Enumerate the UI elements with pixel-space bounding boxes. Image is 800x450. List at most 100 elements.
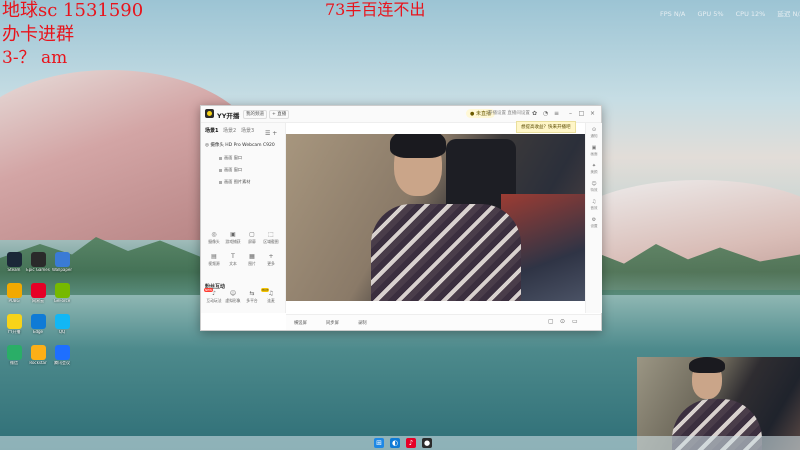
right-tool-button[interactable]: ✦ 美颜 — [586, 163, 602, 175]
right-tool-button[interactable]: ☺ 特效 — [586, 181, 602, 193]
taskbar-yy-icon[interactable]: ● — [422, 438, 432, 448]
right-tool-button[interactable]: ⊙ 通知 — [586, 127, 602, 139]
tool-button[interactable]: ⬚ 区域截图 — [262, 231, 280, 247]
right-tool-label: 画面 — [590, 152, 598, 156]
desktop-icon[interactable]: PUBG — [2, 283, 26, 313]
tool-button[interactable]: ▢ 屏幕 — [243, 231, 261, 247]
desktop-icon-label: Steam — [7, 268, 21, 272]
desktop-icon-label: QQ — [58, 330, 66, 334]
camera-icon[interactable]: ▭ — [572, 319, 578, 325]
orientation-button[interactable]: 横竖屏 — [294, 320, 307, 326]
overlay-line-2: 办卡进群 — [2, 24, 74, 45]
tool-button[interactable]: ♫ 连麦 HOT — [261, 288, 280, 306]
tool-button[interactable]: ▣ 游戏捕获 — [224, 231, 242, 247]
scene-item[interactable]: 画面 窗口 — [219, 167, 242, 173]
yy-app-window: YY开播 我的频道 + 直播 ● 未直播 开播设置 直播间设置 ✿ ◔ ≡ – … — [200, 105, 602, 331]
desktop-icon[interactable]: 腾讯会议 — [50, 345, 74, 375]
desktop-icon[interactable]: Edge — [26, 314, 50, 344]
scene-item[interactable]: 画面 图片素材 — [219, 179, 250, 185]
right-tool-button[interactable]: ▣ 画面 — [586, 145, 602, 157]
tab-scene-2[interactable]: 场景2 — [223, 127, 236, 134]
right-tool-label: 音效 — [590, 206, 598, 210]
desktop-icon-label: Wallpaper — [51, 268, 72, 272]
right-tool-label: 特效 — [590, 188, 598, 192]
app-icon — [6, 314, 22, 329]
gift-icon[interactable]: ✿ — [531, 110, 538, 117]
scene-head-label: 摄像头 HD Pro Webcam C920 — [210, 143, 275, 148]
promo-tooltip: 想提高收益？快来开播吧 — [516, 121, 576, 133]
scene-item[interactable]: 画面 窗口 — [219, 155, 242, 161]
desktop-icon[interactable]: Steam — [2, 252, 26, 282]
menu-icon[interactable]: ≡ — [553, 110, 560, 117]
tool-button[interactable]: + 更多 — [262, 253, 280, 269]
desktop-icon[interactable]: Epic Games — [26, 252, 50, 282]
app-icon — [30, 345, 46, 360]
my-channel-button[interactable]: 我的频道 — [243, 110, 267, 119]
record-button[interactable]: 录制 — [358, 320, 367, 326]
snapshot-icon[interactable]: ⊙ — [560, 319, 566, 325]
desktop-icon[interactable]: Wallpaper — [50, 252, 74, 282]
tool-icon: T — [231, 253, 235, 260]
tool-button[interactable]: ▦ 图片 — [243, 253, 261, 269]
sync-button[interactable]: 同步屏 — [326, 320, 339, 326]
scene-tabs: 场景1 场景2 场景3 ☰ + — [205, 127, 285, 137]
tool-icon: ▦ — [249, 253, 255, 260]
maximize-icon[interactable]: □ — [578, 110, 585, 117]
tool-label: 游戏捕获 — [225, 239, 241, 244]
tool-button[interactable]: ☺ 虚拟形象 — [224, 290, 242, 306]
tool-icon: ⬚ — [268, 231, 274, 238]
tool-icon: ▢ — [249, 231, 255, 238]
tab-scene-1[interactable]: 场景1 — [205, 127, 218, 134]
app-icon — [54, 252, 70, 267]
tool-label: 虚拟形象 — [225, 298, 241, 303]
fullscreen-icon[interactable]: ▢ — [548, 319, 554, 325]
scene-menu-icon[interactable]: ☰ + — [265, 130, 277, 137]
bell-icon[interactable]: ◔ — [542, 110, 549, 117]
streamer-body — [371, 204, 521, 301]
tool-icon: ⇆ — [249, 290, 255, 297]
desktop-icon-label: PUBG — [8, 299, 20, 303]
right-tool-label: 通知 — [590, 134, 598, 138]
scene-source-camera[interactable]: ◎ 摄像头 HD Pro Webcam C920 — [205, 142, 281, 148]
desktop-icon[interactable]: 网易云 — [26, 283, 50, 313]
latency-readout: 延迟 N/A — [777, 10, 800, 18]
overlay-line-3: 3-？ am — [2, 48, 68, 68]
right-tool-button[interactable]: ♫ 音效 — [586, 199, 602, 211]
tool-badge: HOT — [261, 288, 270, 292]
right-toolbar: ⊙ 通知 ▣ 画面 ✦ 美颜 ☺ 特效 ♫ 音效 ⚙ 设置 — [585, 123, 602, 313]
desktop-icon[interactable]: 微信 — [2, 345, 26, 375]
tool-button[interactable]: ▤ 视频源 — [205, 253, 223, 269]
tool-label: 文本 — [229, 261, 237, 266]
taskbar-netease-icon[interactable]: ♪ — [406, 438, 416, 448]
desktop-icon[interactable]: YY开播 — [2, 314, 26, 344]
tool-button[interactable]: ◎ 摄像头 — [205, 231, 223, 247]
tool-label: 图片 — [248, 261, 256, 266]
taskbar-edge-icon[interactable]: ◐ — [390, 438, 400, 448]
desktop-icon[interactable]: QQ — [50, 314, 74, 344]
overlay-line-1: 地球sc 1531590 — [2, 0, 144, 21]
desktop-icon-label: Rockstar — [29, 361, 47, 365]
yy-logo-icon — [205, 109, 214, 118]
go-live-button[interactable]: + 直播 — [269, 110, 290, 119]
tool-label: 区域截图 — [263, 239, 279, 244]
tool-icon: ☺ — [229, 290, 237, 297]
tab-scene-3[interactable]: 场景3 — [241, 127, 254, 134]
tool-button[interactable]: ⇆ 多平台 — [243, 290, 261, 306]
app-icon — [54, 314, 70, 329]
minimize-icon[interactable]: – — [567, 110, 574, 117]
right-tool-button[interactable]: ⚙ 设置 — [586, 217, 602, 229]
desktop-icon-label: 微信 — [10, 361, 18, 365]
live-settings-link[interactable]: 开播设置 直播间设置 — [488, 110, 530, 116]
desktop-icon-label: 网易云 — [32, 299, 44, 303]
desktop-icon[interactable]: Rockstar — [26, 345, 50, 375]
tool-label: 视频源 — [208, 261, 220, 266]
streamer-hair — [390, 134, 446, 158]
stream-preview[interactable] — [286, 134, 585, 301]
tool-button[interactable]: ♪ 互动玩法 NEW — [204, 288, 223, 306]
app-icon — [54, 345, 70, 360]
tool-button[interactable]: T 文本 — [224, 253, 242, 269]
close-icon[interactable]: × — [589, 110, 596, 117]
desktop-icon[interactable]: GeForce — [50, 283, 74, 313]
app-icon — [30, 283, 46, 298]
taskbar-windows-icon[interactable]: ⊞ — [374, 438, 384, 448]
